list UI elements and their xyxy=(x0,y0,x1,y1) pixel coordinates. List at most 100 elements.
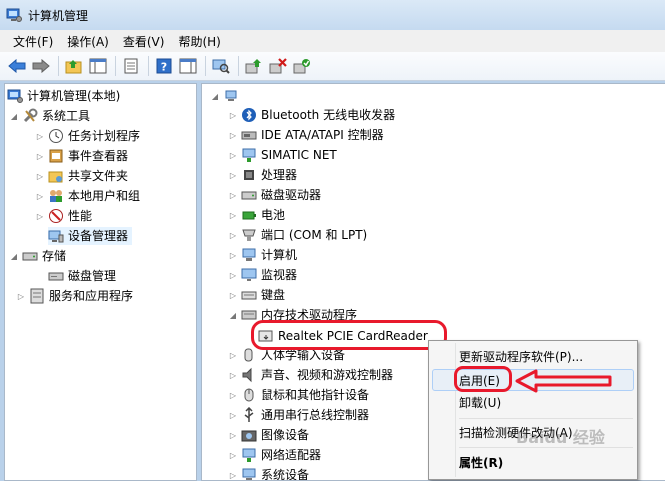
menu-item-update-driver[interactable]: 更新驱动程序软件(P)... xyxy=(459,345,583,367)
expand-arrow-icon[interactable]: ▷ xyxy=(35,187,45,205)
tree-label: 任务计划程序 xyxy=(68,129,141,143)
tree-item-local-users[interactable]: ▷ 本地用户和组 xyxy=(35,187,140,205)
expand-arrow-icon[interactable]: ▷ xyxy=(228,186,238,204)
expand-arrow-icon[interactable]: ▷ xyxy=(35,207,45,225)
window-title: 计算机管理 xyxy=(28,8,89,23)
expand-arrow-icon[interactable]: ▷ xyxy=(228,266,238,284)
menu-help[interactable]: 帮助(H) xyxy=(171,33,227,50)
device-category[interactable]: ▷ 声音、视频和游戏控制器 xyxy=(228,366,393,384)
tree-item-storage[interactable]: ◢ 存储 xyxy=(9,247,66,265)
tree-label: 事件查看器 xyxy=(68,149,129,163)
port-icon xyxy=(242,229,256,241)
expand-arrow-icon[interactable]: ▷ xyxy=(228,106,238,124)
console-tree-icon xyxy=(89,58,107,74)
tree-item-shared-folders[interactable]: ▷ 共享文件夹 xyxy=(35,167,128,185)
hid-icon xyxy=(244,348,253,362)
annotation-arrow-icon xyxy=(515,369,612,393)
expand-arrow-icon[interactable]: ▷ xyxy=(35,167,45,185)
expand-arrow-icon[interactable]: ▷ xyxy=(228,466,238,480)
tree-item-system-tools[interactable]: ◢ 系统工具 xyxy=(9,107,90,125)
tree-item-root[interactable]: 计算机管理(本地) xyxy=(7,87,120,105)
collapse-arrow-icon[interactable]: ◢ xyxy=(228,306,238,324)
enable-button[interactable] xyxy=(291,55,313,77)
device-category[interactable]: ▷ 处理器 xyxy=(228,166,297,184)
expand-arrow-icon[interactable]: ▷ xyxy=(228,346,238,364)
device-label: 计算机 xyxy=(261,248,298,262)
expand-arrow-icon[interactable]: ▷ xyxy=(16,287,26,305)
computer-icon xyxy=(242,248,256,261)
tree-item-device-manager[interactable]: 设备管理器 xyxy=(48,227,133,245)
expand-arrow-icon[interactable]: ▷ xyxy=(228,366,238,384)
tree-item-performance[interactable]: ▷ 性能 xyxy=(35,207,92,225)
device-label: 声音、视频和游戏控制器 xyxy=(261,368,394,382)
forward-button[interactable] xyxy=(30,55,52,77)
console-tree-pane[interactable]: 计算机管理(本地) ◢ 系统工具 ▷ 任务计划程序 ▷ 事件查看器 ▷ 共享文件… xyxy=(4,83,197,481)
menu-item-uninstall[interactable]: 卸载(U) xyxy=(459,391,501,413)
action-pane-button[interactable] xyxy=(177,55,199,77)
device-category[interactable]: ▷ 端口 (COM 和 LPT) xyxy=(228,226,367,244)
device-category[interactable]: ▷ 磁盘驱动器 xyxy=(228,186,321,204)
expand-arrow-icon[interactable]: ▷ xyxy=(228,246,238,264)
collapse-arrow-icon[interactable]: ◢ xyxy=(210,87,220,105)
help-icon: ? xyxy=(156,58,172,74)
expand-arrow-icon[interactable]: ▷ xyxy=(35,127,45,145)
device-category[interactable]: ▷ 图像设备 xyxy=(228,426,309,444)
tree-item-disk-management[interactable]: 磁盘管理 xyxy=(48,267,116,285)
device-category[interactable]: ▷ Bluetooth 无线电收发器 xyxy=(228,106,395,124)
expand-arrow-icon[interactable]: ▷ xyxy=(228,426,238,444)
computer-icon xyxy=(225,90,237,101)
device-category[interactable]: ▷ 电池 xyxy=(228,206,285,224)
expand-arrow-icon[interactable]: ▷ xyxy=(228,406,238,424)
show-hide-tree-button[interactable] xyxy=(87,55,109,77)
expand-arrow-icon[interactable]: ▷ xyxy=(228,126,238,144)
device-tree-root[interactable]: ◢ xyxy=(210,87,243,105)
update-driver-button[interactable] xyxy=(243,55,265,77)
uninstall-button[interactable] xyxy=(267,55,289,77)
storage-icon xyxy=(22,252,38,261)
device-category[interactable]: ▷ 计算机 xyxy=(228,246,297,264)
expand-arrow-icon[interactable]: ▷ xyxy=(228,446,238,464)
title-bar[interactable]: 计算机管理 xyxy=(0,0,665,30)
services-icon xyxy=(30,288,44,304)
menu-action[interactable]: 操作(A) xyxy=(60,33,116,50)
device-category[interactable]: ▷ 通用串行总线控制器 xyxy=(228,406,369,424)
monitor-icon xyxy=(241,268,257,281)
device-category[interactable]: ▷ 键盘 xyxy=(228,286,285,304)
device-category[interactable]: ▷ 网络适配器 xyxy=(228,446,321,464)
collapse-arrow-icon[interactable]: ◢ xyxy=(9,107,19,125)
device-category[interactable]: ▷ IDE ATA/ATAPI 控制器 xyxy=(228,126,384,144)
menu-view[interactable]: 查看(V) xyxy=(116,33,172,50)
action-pane-icon xyxy=(179,58,197,74)
device-category[interactable]: ▷ 系统设备 xyxy=(228,466,310,481)
memory-device-icon xyxy=(241,310,257,320)
tree-item-event-viewer[interactable]: ▷ 事件查看器 xyxy=(35,147,128,165)
tree-item-services[interactable]: ▷ 服务和应用程序 xyxy=(16,287,133,305)
expand-arrow-icon[interactable]: ▷ xyxy=(228,206,238,224)
tree-item-task-scheduler[interactable]: ▷ 任务计划程序 xyxy=(35,127,140,145)
expand-arrow-icon[interactable]: ▷ xyxy=(228,146,238,164)
menu-file[interactable]: 文件(F) xyxy=(6,33,60,50)
scan-hardware-button[interactable] xyxy=(210,55,232,77)
properties-button[interactable] xyxy=(120,55,142,77)
menu-item-properties[interactable]: 属性(R) xyxy=(459,451,503,473)
tree-label: 系统工具 xyxy=(42,109,91,123)
device-label: 处理器 xyxy=(261,168,298,182)
forward-arrow-icon xyxy=(32,59,50,73)
device-label: 系统设备 xyxy=(261,468,310,481)
up-button[interactable] xyxy=(63,55,85,77)
expand-arrow-icon[interactable]: ▷ xyxy=(35,147,45,165)
expand-arrow-icon[interactable]: ▷ xyxy=(228,286,238,304)
collapse-arrow-icon[interactable]: ◢ xyxy=(9,247,19,265)
device-label: Bluetooth 无线电收发器 xyxy=(261,108,396,122)
help-button[interactable]: ? xyxy=(153,55,175,77)
tree-label: 计算机管理(本地) xyxy=(27,89,121,103)
device-category[interactable]: ▷ 鼠标和其他指针设备 xyxy=(228,386,369,404)
device-category[interactable]: ▷ 监视器 xyxy=(228,266,297,284)
device-category[interactable]: ▷ SIMATIC NET xyxy=(228,146,337,164)
event-viewer-icon xyxy=(49,149,63,163)
device-label: 电池 xyxy=(261,208,286,222)
expand-arrow-icon[interactable]: ▷ xyxy=(228,226,238,244)
back-button[interactable] xyxy=(6,55,28,77)
expand-arrow-icon[interactable]: ▷ xyxy=(228,166,238,184)
expand-arrow-icon[interactable]: ▷ xyxy=(228,386,238,404)
